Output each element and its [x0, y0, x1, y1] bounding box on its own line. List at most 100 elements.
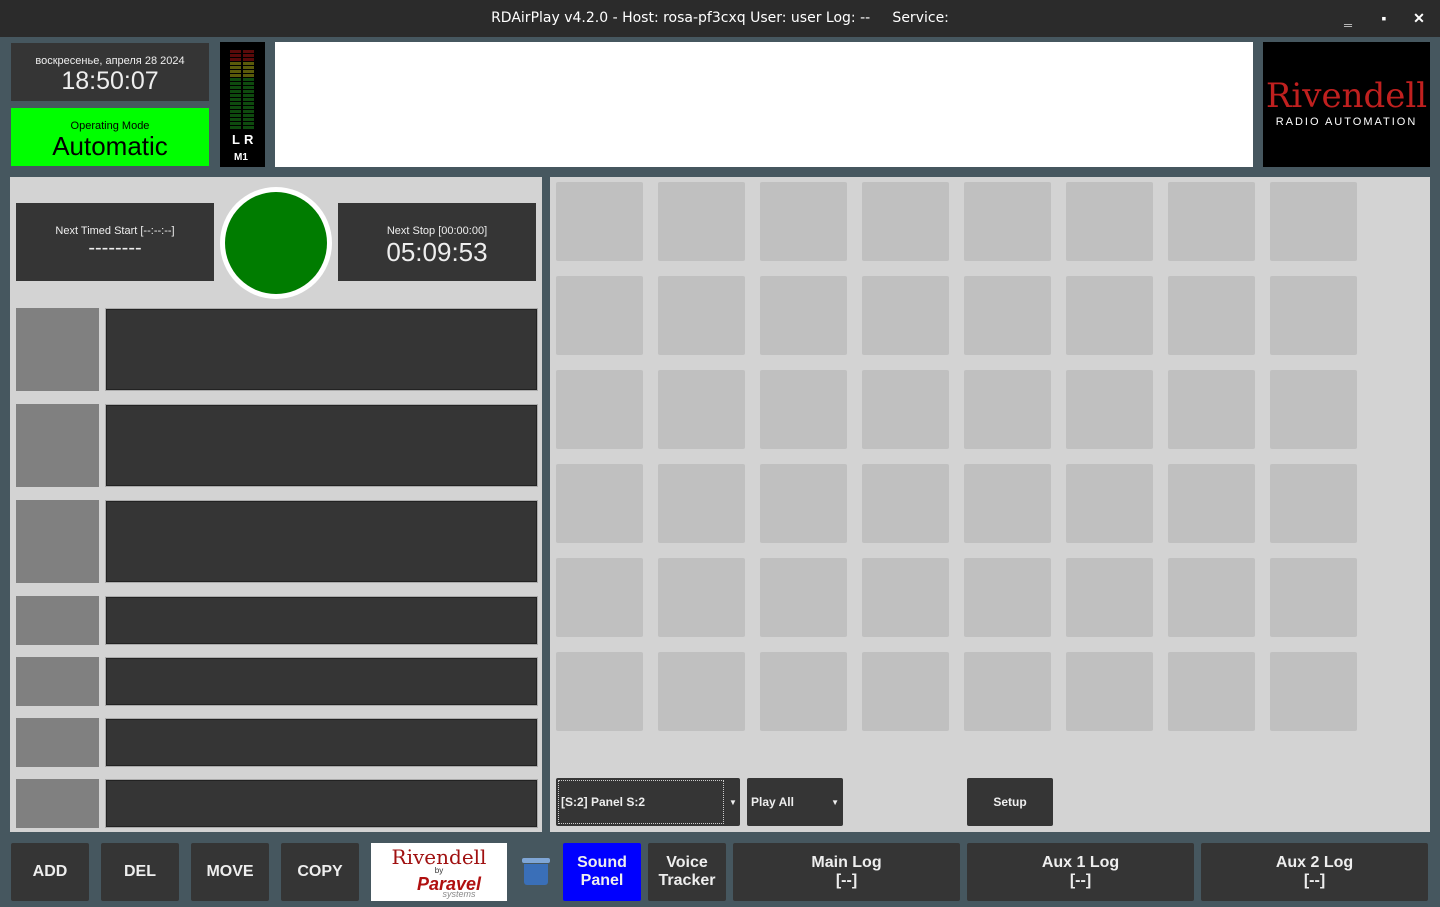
panel-button[interactable] [658, 558, 745, 637]
setup-button[interactable]: Setup [967, 778, 1053, 826]
panel-button[interactable] [556, 182, 643, 261]
meter-segment [230, 82, 241, 85]
log-row-button[interactable] [16, 718, 99, 767]
panel-selector[interactable]: [S:2] Panel S:2 ▼ [556, 778, 740, 826]
panel-button[interactable] [862, 182, 949, 261]
sound-panel-button[interactable]: Sound Panel [563, 843, 641, 901]
panel-button[interactable] [1270, 558, 1357, 637]
operating-mode-button[interactable]: Operating Mode Automatic [11, 108, 209, 166]
panel-button[interactable] [1066, 182, 1153, 261]
log-row[interactable] [105, 657, 538, 706]
log-row[interactable] [105, 404, 538, 487]
meter-segment [230, 122, 241, 125]
panel-button[interactable] [556, 370, 643, 449]
panel-button[interactable] [658, 182, 745, 261]
panel-button[interactable] [1168, 558, 1255, 637]
next-stop: Next Stop [00:00:00] 05:09:53 [338, 203, 536, 281]
panel-button[interactable] [964, 182, 1051, 261]
panel-button[interactable] [760, 182, 847, 261]
move-button[interactable]: MOVE [191, 843, 269, 901]
audio-meter: LR M1 [220, 42, 265, 167]
panel-button[interactable] [1168, 464, 1255, 543]
panel-button[interactable] [658, 370, 745, 449]
panel-button[interactable] [1168, 276, 1255, 355]
voice-tracker-button[interactable]: Voice Tracker [648, 843, 726, 901]
panel-button[interactable] [556, 652, 643, 731]
panel-button[interactable] [1270, 182, 1357, 261]
maximize-button[interactable]: ▪ [1369, 0, 1399, 37]
panel-button[interactable] [1168, 652, 1255, 731]
panel-button[interactable] [964, 652, 1051, 731]
clock-display: воскресенье, апреля 28 2024 18:50:07 [11, 43, 209, 101]
next-start-label: Next Timed Start [--:--:--] [55, 225, 175, 237]
aux2-log-button[interactable]: Aux 2 Log [--] [1201, 843, 1428, 901]
paravel-logo: Rivendell by Paravel systems [371, 843, 507, 901]
meter-segment [243, 106, 254, 109]
meter-segment [230, 106, 241, 109]
panel-button[interactable] [556, 464, 643, 543]
meter-segment [230, 90, 241, 93]
trash-icon[interactable] [522, 858, 550, 886]
copy-button[interactable]: COPY [281, 843, 359, 901]
next-stop-value: 05:09:53 [386, 237, 488, 267]
log-row[interactable] [105, 779, 538, 828]
panel-button[interactable] [862, 652, 949, 731]
panel-button[interactable] [658, 276, 745, 355]
panel-button[interactable] [760, 276, 847, 355]
log-row-button[interactable] [16, 596, 99, 645]
panel-button[interactable] [658, 652, 745, 731]
panel-button[interactable] [862, 276, 949, 355]
panel-button[interactable] [964, 464, 1051, 543]
panel-button[interactable] [658, 464, 745, 543]
minimize-button[interactable]: ‗ [1333, 0, 1363, 37]
log-row-button[interactable] [16, 500, 99, 583]
meter-segment [243, 94, 254, 97]
aux1-log-button[interactable]: Aux 1 Log [--] [967, 843, 1194, 901]
next-timed-start: Next Timed Start [--:--:--] -------- [16, 203, 214, 281]
panel-button[interactable] [1270, 464, 1357, 543]
panel-button[interactable] [1066, 464, 1153, 543]
panel-button[interactable] [1168, 182, 1255, 261]
panel-button[interactable] [1168, 370, 1255, 449]
panel-button[interactable] [862, 464, 949, 543]
panel-button[interactable] [1270, 652, 1357, 731]
log-row-button[interactable] [16, 657, 99, 706]
main-log-button[interactable]: Main Log [--] [733, 843, 960, 901]
panel-button[interactable] [1066, 652, 1153, 731]
log-row[interactable] [105, 718, 538, 767]
log-row-button[interactable] [16, 404, 99, 487]
panel-button[interactable] [556, 558, 643, 637]
panel-button[interactable] [964, 558, 1051, 637]
panel-button[interactable] [760, 558, 847, 637]
meter-segment [230, 94, 241, 97]
panel-button[interactable] [1066, 558, 1153, 637]
log-row[interactable] [105, 308, 538, 391]
log-row[interactable] [105, 500, 538, 583]
next-start-value: -------- [88, 237, 142, 259]
panel-button[interactable] [556, 276, 643, 355]
close-button[interactable]: ✕ [1404, 0, 1434, 37]
meter-segment [230, 118, 241, 121]
panel-button[interactable] [760, 652, 847, 731]
play-mode-select[interactable]: Play All ▼ [747, 778, 843, 826]
panel-button[interactable] [862, 370, 949, 449]
panel-button[interactable] [964, 276, 1051, 355]
rivendell-logo: Rivendell RADIO AUTOMATION [1263, 42, 1430, 167]
panel-button[interactable] [760, 370, 847, 449]
meter-segment [243, 54, 254, 57]
panel-button[interactable] [1270, 370, 1357, 449]
del-button[interactable]: DEL [101, 843, 179, 901]
panel-button[interactable] [1066, 276, 1153, 355]
panel-button[interactable] [862, 558, 949, 637]
status-indicator[interactable] [220, 187, 332, 299]
meter-segment [230, 86, 241, 89]
log-row-button[interactable] [16, 779, 99, 828]
log-row[interactable] [105, 596, 538, 645]
date-label: воскресенье, апреля 28 2024 [35, 55, 185, 67]
panel-button[interactable] [964, 370, 1051, 449]
log-row-button[interactable] [16, 308, 99, 391]
panel-button[interactable] [760, 464, 847, 543]
panel-button[interactable] [1270, 276, 1357, 355]
add-button[interactable]: ADD [11, 843, 89, 901]
panel-button[interactable] [1066, 370, 1153, 449]
